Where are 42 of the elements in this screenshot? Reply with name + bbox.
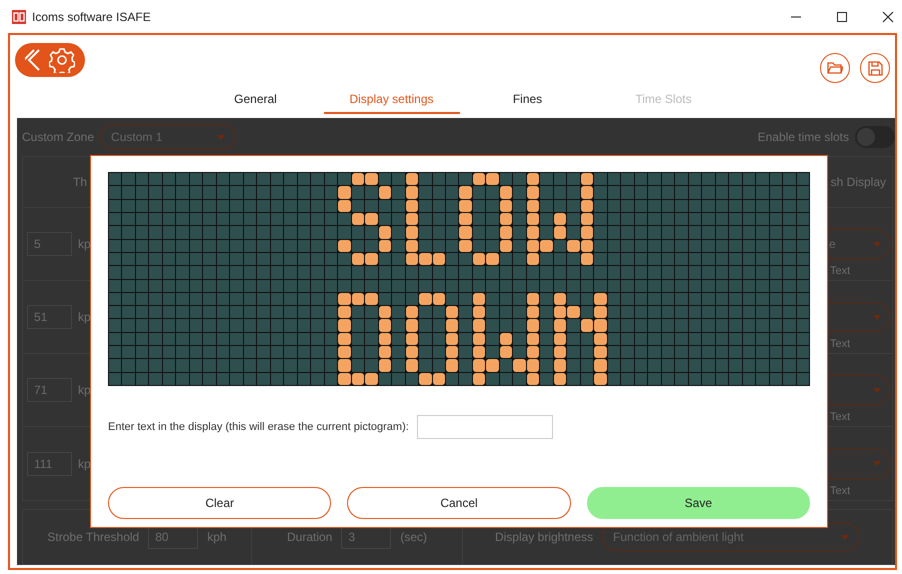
maximize-icon[interactable] xyxy=(836,10,848,22)
time-slots-label: Enable time slots xyxy=(758,130,849,144)
save-icon xyxy=(868,60,882,76)
caret-icon xyxy=(873,388,881,392)
tab[interactable]: General xyxy=(188,92,324,114)
text-label: Text xyxy=(829,411,852,423)
caret-icon xyxy=(873,314,881,320)
strobe-label: Strobe Threshold xyxy=(47,530,140,544)
column-heading: sh Display xyxy=(830,175,886,189)
zone-label: Custom Zone xyxy=(22,130,94,144)
unit-label: kp xyxy=(78,310,91,324)
open-folder-button[interactable] xyxy=(820,53,850,83)
text-label: Text xyxy=(829,265,852,277)
save-file-button[interactable] xyxy=(860,53,890,83)
close-icon[interactable] xyxy=(882,10,894,22)
text-label: Text xyxy=(829,338,852,350)
caret-icon xyxy=(873,242,881,246)
dialog-button[interactable]: Clear xyxy=(108,487,332,519)
prompt-label: Enter text in the display (this will erase the current pictogram): xyxy=(108,421,409,433)
folder-icon xyxy=(827,61,843,75)
tab[interactable]: Fines xyxy=(460,92,596,114)
dialog-button[interactable]: Save xyxy=(586,487,810,519)
duration-label: Duration xyxy=(286,530,332,544)
unit-label: (sec) xyxy=(400,530,428,544)
unit-label: kp xyxy=(78,237,91,251)
unit-label: kph xyxy=(207,530,227,544)
brightness-label: Display brightness xyxy=(494,530,594,544)
tab[interactable]: Display settings xyxy=(324,92,460,114)
caret-icon xyxy=(217,134,226,140)
app-logo-icon xyxy=(12,10,26,24)
unit-label: kp xyxy=(78,383,91,397)
column-heading: Th xyxy=(73,175,88,189)
gear-icon xyxy=(49,47,75,73)
text-input-field[interactable] xyxy=(416,415,553,439)
text-label: Text xyxy=(829,484,852,496)
caret-icon xyxy=(841,534,850,540)
toggle-switch[interactable] xyxy=(855,126,895,148)
window-title: Icoms software ISAFE xyxy=(32,10,151,24)
unit-label: kp xyxy=(78,456,91,470)
caret-icon xyxy=(873,461,881,466)
back-settings-button[interactable] xyxy=(15,43,85,77)
dialog-button[interactable]: Cancel xyxy=(347,487,571,519)
